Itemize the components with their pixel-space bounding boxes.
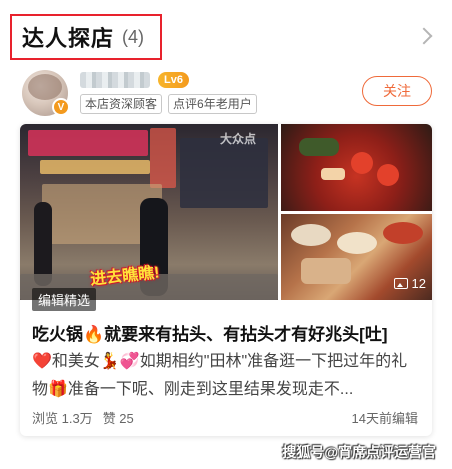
photo-count: 12 xyxy=(393,276,426,291)
image-icon xyxy=(393,278,408,289)
review-photo-dishes[interactable]: 12 xyxy=(281,214,432,300)
like-count: 赞 25 xyxy=(102,411,134,426)
author-name-blurred[interactable] xyxy=(80,72,150,88)
source-watermark: 搜狐号@宵席点评运营官 xyxy=(282,444,436,460)
review-card[interactable]: 大众点 进去瞧瞧! 12 编辑精选 吃火锅🔥就要来有拈头、有拈头才有好兆头[吐]… xyxy=(20,124,432,436)
chevron-right-icon[interactable] xyxy=(415,27,433,45)
section-count: (4) xyxy=(122,26,145,47)
review-photo-street[interactable]: 大众点 进去瞧瞧! xyxy=(20,124,278,300)
photo-count-value: 12 xyxy=(411,276,426,291)
level-badge: Lv6 xyxy=(158,72,189,88)
photo-watermark: 大众点 xyxy=(219,132,256,146)
review-footer: 浏览 1.3万 赞 25 14天前编辑 xyxy=(32,408,418,427)
verified-badge-icon: V xyxy=(52,98,70,116)
edit-time: 14天前编辑 xyxy=(351,411,418,426)
author-tag: 本店资深顾客 xyxy=(80,94,163,114)
view-count: 浏览 1.3万 xyxy=(32,411,93,426)
author-tags: 本店资深顾客 点评6年老用户 xyxy=(80,94,257,114)
author-row: V Lv6 本店资深顾客 点评6年老用户 关注 xyxy=(22,68,432,116)
follow-button[interactable]: 关注 xyxy=(362,76,432,106)
section-title: 达人探店 xyxy=(22,26,115,51)
author-tag: 点评6年老用户 xyxy=(168,94,257,114)
editor-pick-badge: 编辑精选 xyxy=(32,288,97,311)
review-photo-hotpot[interactable] xyxy=(281,124,432,211)
section-header[interactable]: 达人探店 (4) xyxy=(10,14,162,60)
review-excerpt[interactable]: ❤️和美女💃💞如期相约"田林"准备逛一下把过年的礼物🎁准备一下呢、刚走到这里结果… xyxy=(32,348,422,404)
review-title[interactable]: 吃火锅🔥就要来有拈头、有拈头才有好兆头[吐] xyxy=(32,320,424,345)
